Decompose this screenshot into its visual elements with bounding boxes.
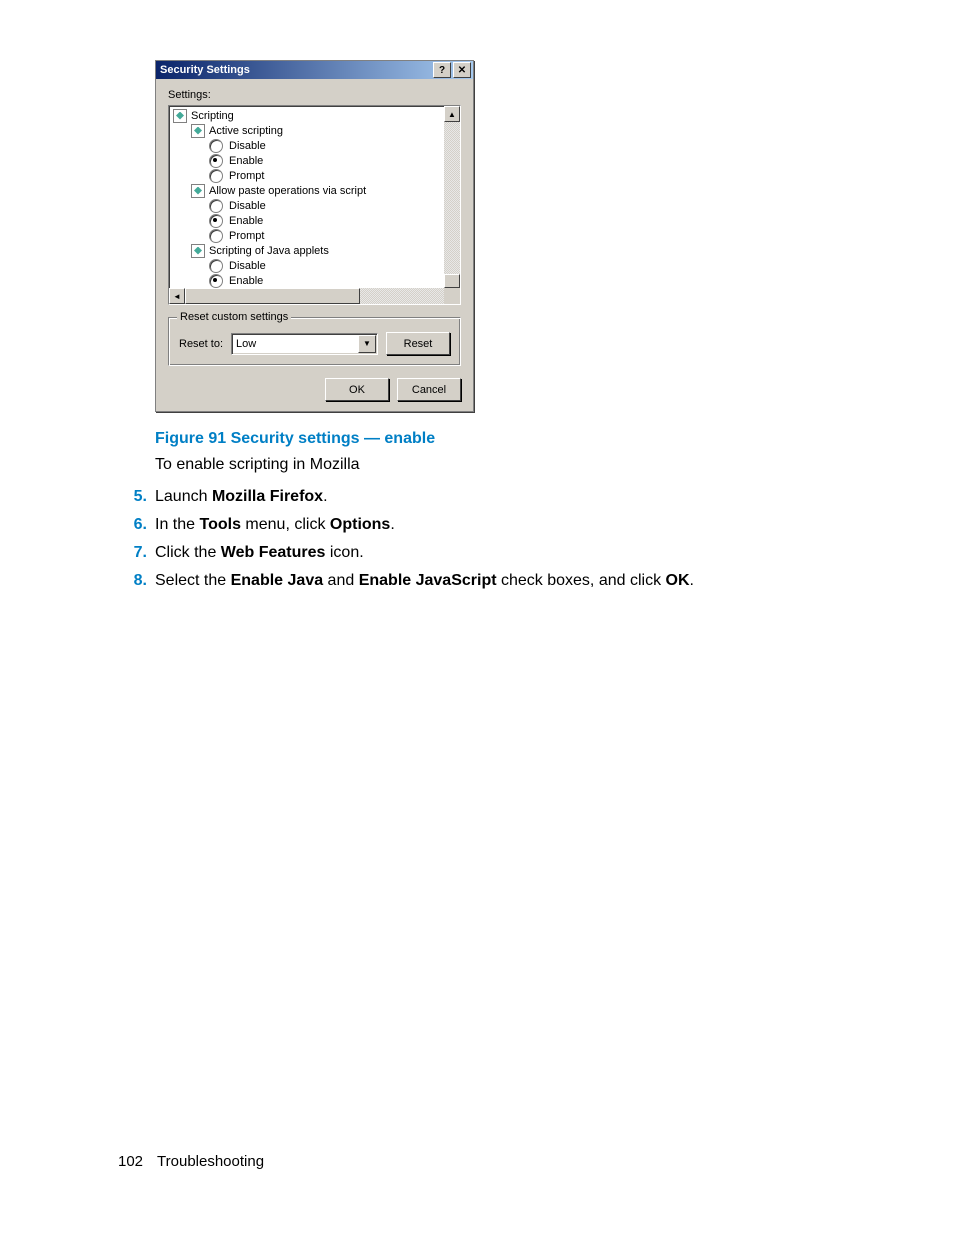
radio-label: Enable: [229, 155, 263, 167]
radio-option-disable[interactable]: Disable: [171, 138, 444, 153]
radio-icon: [209, 259, 223, 273]
tree-category-allow-paste: Allow paste operations via script: [171, 183, 444, 198]
horizontal-scrollbar[interactable]: ◄ ►: [169, 288, 460, 304]
tree-category-active-scripting: Active scripting: [171, 123, 444, 138]
tree-label: Scripting of Java applets: [209, 245, 329, 257]
button-label: OK: [349, 384, 365, 396]
button-label: Reset: [404, 338, 433, 350]
close-button[interactable]: ✕: [453, 62, 471, 78]
steps-list: 5.Launch Mozilla Firefox. 6.In the Tools …: [155, 488, 855, 590]
scroll-up-button[interactable]: ▲: [444, 106, 460, 122]
button-label: Cancel: [412, 384, 446, 396]
step-text: Launch Mozilla Firefox.: [155, 488, 328, 506]
radio-label: Disable: [229, 140, 266, 152]
radio-icon: [209, 139, 223, 153]
step-number: 6.: [112, 516, 147, 534]
help-button[interactable]: ?: [433, 62, 451, 78]
vertical-scrollbar[interactable]: ▲ ▼: [444, 106, 460, 304]
radio-option-disable[interactable]: Disable: [171, 258, 444, 273]
script-icon: [173, 109, 187, 123]
radio-icon: [209, 214, 223, 228]
step-item: 7.Click the Web Features icon.: [155, 544, 855, 562]
step-number: 5.: [112, 488, 147, 506]
radio-icon: [209, 154, 223, 168]
script-icon: [191, 124, 205, 138]
select-value: Low: [236, 338, 256, 350]
tree-label: Active scripting: [209, 125, 283, 137]
radio-label: Enable: [229, 275, 263, 287]
step-text: Click the Web Features icon.: [155, 544, 364, 562]
step-item: 8.Select the Enable Java and Enable Java…: [155, 572, 855, 590]
radio-icon: [209, 274, 223, 288]
tree-category-scripting: Scripting: [171, 108, 444, 123]
radio-label: Disable: [229, 260, 266, 272]
settings-label: Settings:: [168, 89, 461, 101]
reset-to-label: Reset to:: [179, 338, 223, 350]
step-number: 7.: [112, 544, 147, 562]
radio-option-disable[interactable]: Disable: [171, 198, 444, 213]
ok-button[interactable]: OK: [325, 378, 389, 401]
step-text: In the Tools menu, click Options.: [155, 516, 395, 534]
chevron-down-icon: ▼: [358, 335, 376, 353]
radio-label: Enable: [229, 215, 263, 227]
radio-option-prompt[interactable]: Prompt: [171, 228, 444, 243]
reset-custom-settings-group: Reset custom settings Reset to: Low ▼ Re…: [168, 317, 461, 366]
tree-category-java-applets: Scripting of Java applets: [171, 243, 444, 258]
scroll-thumb[interactable]: [185, 288, 360, 304]
cancel-button[interactable]: Cancel: [397, 378, 461, 401]
radio-label: Prompt: [229, 230, 264, 242]
radio-label: Prompt: [229, 170, 264, 182]
footer-section: Troubleshooting: [157, 1153, 264, 1170]
security-settings-dialog: Security Settings ? ✕ Settings: Scriptin…: [155, 60, 474, 412]
page-footer: 102 Troubleshooting: [118, 1153, 264, 1170]
scroll-track[interactable]: [444, 122, 460, 288]
step-item: 5.Launch Mozilla Firefox.: [155, 488, 855, 506]
script-icon: [191, 184, 205, 198]
scroll-track[interactable]: [360, 288, 444, 304]
settings-tree: Scripting Active scripting Disable Enabl…: [168, 105, 461, 305]
radio-option-prompt[interactable]: Prompt: [171, 168, 444, 183]
tree-label: Scripting: [191, 110, 234, 122]
dialog-titlebar: Security Settings ? ✕: [156, 61, 473, 79]
intro-text: To enable scripting in Mozilla: [155, 456, 855, 474]
figure-caption: Figure 91 Security settings — enable: [155, 430, 855, 448]
step-item: 6.In the Tools menu, click Options.: [155, 516, 855, 534]
page-number: 102: [118, 1153, 143, 1170]
step-number: 8.: [112, 572, 147, 590]
reset-button[interactable]: Reset: [386, 332, 450, 355]
radio-option-enable[interactable]: Enable: [171, 213, 444, 228]
radio-option-enable[interactable]: Enable: [171, 273, 444, 288]
scroll-thumb[interactable]: [444, 274, 460, 288]
radio-option-enable[interactable]: Enable: [171, 153, 444, 168]
dialog-title: Security Settings: [160, 64, 431, 76]
radio-icon: [209, 169, 223, 183]
scroll-left-button[interactable]: ◄: [169, 288, 185, 304]
radio-label: Disable: [229, 200, 266, 212]
groupbox-legend: Reset custom settings: [177, 311, 291, 323]
reset-to-select[interactable]: Low ▼: [231, 333, 378, 355]
scrollbar-corner: [444, 288, 460, 304]
radio-icon: [209, 229, 223, 243]
radio-icon: [209, 199, 223, 213]
script-icon: [191, 244, 205, 258]
step-text: Select the Enable Java and Enable JavaSc…: [155, 572, 694, 590]
tree-label: Allow paste operations via script: [209, 185, 366, 197]
